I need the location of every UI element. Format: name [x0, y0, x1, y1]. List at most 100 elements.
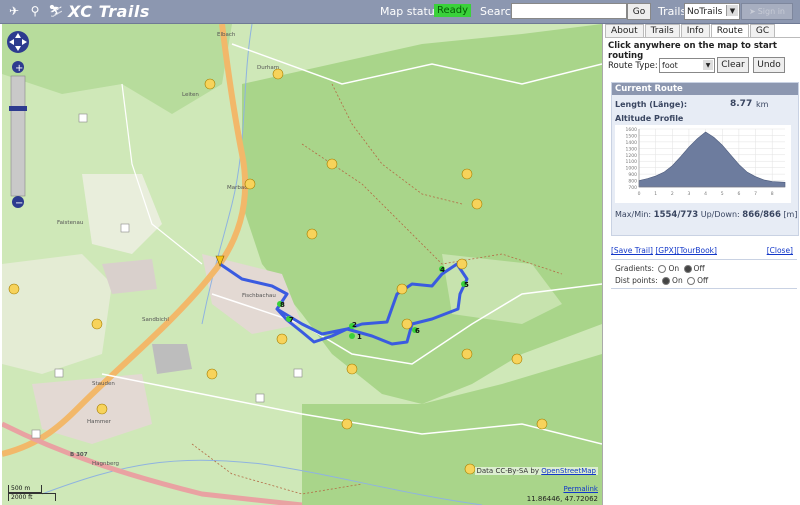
hiker-icon: ✈ — [8, 4, 20, 18]
town-label: Elbach — [217, 32, 236, 38]
town-label: Leiten — [182, 92, 199, 98]
hut-icon[interactable] — [456, 258, 468, 270]
trails-select-value: NoTrails — [687, 6, 723, 17]
y-tick-label: 900 — [628, 172, 637, 178]
map-view[interactable]: 1 2 3 4 5 6 7 8 Fischbachau Hammer Hagnb… — [2, 24, 603, 505]
km-marker-label: 8 — [280, 301, 285, 309]
x-tick-label: 6 — [737, 191, 740, 197]
osm-link[interactable]: OpenStreetMap — [541, 467, 596, 475]
hut-icon[interactable] — [96, 403, 108, 415]
hut-icon[interactable] — [326, 158, 338, 170]
gradients-off-radio[interactable] — [683, 265, 692, 273]
minus-icon: − — [15, 198, 23, 209]
hut-icon[interactable] — [244, 178, 256, 190]
tab-gc[interactable]: GC — [749, 24, 776, 37]
hut-icon[interactable] — [346, 363, 358, 375]
town-label: Hagnberg — [92, 461, 119, 467]
hut-icon[interactable] — [464, 463, 476, 475]
tab-about[interactable]: About — [605, 24, 644, 37]
clear-route-button[interactable]: Clear — [717, 57, 749, 73]
divider — [611, 288, 797, 289]
length-value: 8.77 — [730, 99, 753, 109]
permalink[interactable]: Permalink — [563, 485, 598, 493]
hut-icon[interactable] — [8, 283, 20, 295]
go-button[interactable]: Go — [627, 3, 651, 20]
route-type-value: foot — [662, 61, 678, 70]
save-trail-link[interactable]: [Save Trail] — [611, 246, 653, 255]
hut-icon[interactable] — [401, 318, 413, 330]
viewpoint-icon[interactable] — [293, 368, 303, 378]
dist-points-off-radio[interactable] — [687, 277, 696, 285]
close-route-link[interactable]: [Close] — [767, 246, 793, 255]
trails-select[interactable]: NoTrails ▼ — [684, 3, 740, 20]
updown-value: 866/866 — [742, 210, 781, 220]
y-tick-label: 1500 — [626, 133, 638, 139]
hut-icon[interactable] — [471, 198, 483, 210]
hut-icon[interactable] — [91, 318, 103, 330]
y-tick-label: 800 — [628, 179, 637, 185]
gradients-on-label: On — [668, 264, 680, 273]
search-input[interactable] — [511, 3, 627, 19]
y-tick-label: 700 — [628, 185, 637, 191]
x-tick-label: 7 — [754, 191, 757, 197]
sign-in-button[interactable]: ➤ Sign in — [741, 3, 793, 20]
hut-icon[interactable] — [536, 418, 548, 430]
hut-icon[interactable] — [306, 228, 318, 240]
altitude-stats: Max/Min: 1554/773 Up/Down: 866/866 [m] — [615, 210, 797, 220]
y-tick-label: 1100 — [626, 159, 638, 165]
dist-points-on-radio[interactable] — [662, 277, 671, 285]
hut-icon[interactable] — [272, 68, 284, 80]
industrial-area — [152, 344, 192, 374]
top-bar: ✈ ⚲ ⛷ XC Trails Map status: Ready Search… — [0, 0, 800, 24]
undo-button[interactable]: Undo — [753, 57, 785, 73]
route-type-select[interactable]: foot ▼ — [659, 58, 715, 73]
viewpoint-icon[interactable] — [120, 223, 130, 233]
viewpoint-icon[interactable] — [78, 113, 88, 123]
tourbook-link[interactable]: [TourBook] — [677, 246, 717, 255]
y-tick-label: 1300 — [626, 146, 638, 152]
app-title: XC Trails — [68, 2, 150, 21]
viewpoint-icon[interactable] — [54, 368, 64, 378]
viewpoint-icon[interactable] — [31, 429, 41, 439]
updown-unit: [m] — [783, 210, 798, 219]
maxmin-label: Max/Min: — [615, 210, 652, 219]
tab-route[interactable]: Route — [710, 24, 749, 37]
tab-trails[interactable]: Trails — [644, 24, 680, 37]
km-marker-label: 6 — [415, 327, 420, 335]
current-route-title: Current Route — [612, 83, 798, 95]
x-tick-label: 5 — [721, 191, 724, 197]
zoom-slider[interactable] — [10, 75, 26, 197]
meadow-area — [82, 174, 162, 254]
town-label: Fischbachau — [242, 293, 276, 299]
tab-bar: About Trails Info Route GC — [605, 24, 800, 37]
hut-icon[interactable] — [204, 78, 216, 90]
map-attribution: Data CC-By-SA by OpenStreetMap — [474, 467, 598, 475]
dist-points-on-label: On — [672, 276, 683, 285]
current-route-box: Current Route Length (Länge): 8.77 km Al… — [611, 82, 799, 236]
maxmin-value: 1554/773 — [653, 210, 699, 220]
hut-icon[interactable] — [341, 418, 353, 430]
hut-icon[interactable] — [461, 348, 473, 360]
altitude-area — [638, 131, 786, 188]
logo-icons: ✈ ⚲ ⛷ — [6, 3, 64, 19]
hut-icon[interactable] — [206, 368, 218, 380]
route-type-label: Route Type: — [608, 61, 658, 71]
hut-icon[interactable] — [511, 353, 523, 365]
pan-zoom-icon: + − — [7, 31, 29, 209]
zoom-slider-handle[interactable] — [9, 106, 27, 111]
gradients-on-radio[interactable] — [658, 265, 667, 273]
town-label: Sandbichl — [142, 317, 169, 323]
x-tick-label: 2 — [671, 191, 674, 197]
viewpoint-icon[interactable] — [255, 393, 265, 403]
dist-points-off-label: Off — [697, 276, 709, 285]
gpx-link[interactable]: [GPX] — [655, 246, 676, 255]
runner-icon: ⚲ — [30, 4, 40, 18]
side-panel: About Trails Info Route GC Click anywher… — [605, 24, 800, 505]
hut-icon[interactable] — [461, 168, 473, 180]
x-tick-label: 1 — [654, 191, 657, 197]
attribution-text: Data CC-By-SA by — [476, 467, 540, 475]
hut-icon[interactable] — [396, 283, 408, 295]
town-label: Hammer — [87, 419, 112, 425]
hut-icon[interactable] — [276, 333, 288, 345]
tab-info[interactable]: Info — [680, 24, 710, 37]
